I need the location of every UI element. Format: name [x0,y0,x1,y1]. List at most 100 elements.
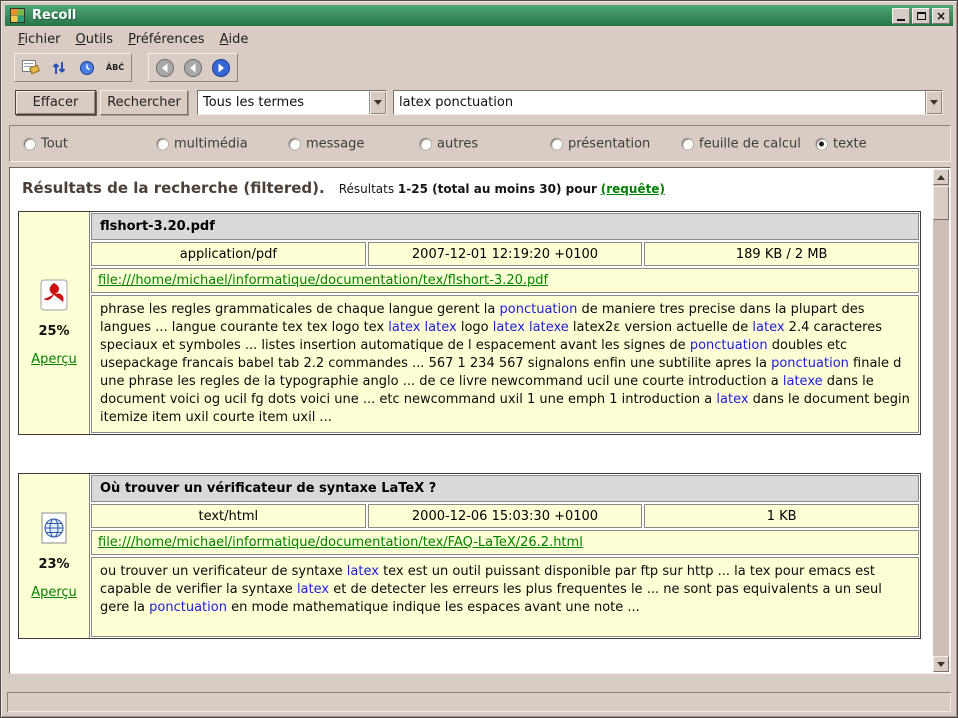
search-query-input[interactable] [394,91,925,114]
history-icon [79,60,95,76]
title-bar[interactable]: Recoll × [5,5,953,26]
menu-preferences[interactable]: Préférences [122,30,213,49]
result-abstract: ou trouver un verificateur de syntaxe la… [91,557,919,637]
results-summary: Résultats 1-25 (total au moins 30) pour … [339,182,665,196]
menu-fichier[interactable]: Fichier [12,30,70,49]
relevance-percent: 23% [38,557,69,572]
minimize-icon [897,19,905,21]
scroll-up-button[interactable] [933,169,949,185]
chevron-down-icon [374,100,382,105]
results-heading: Résultats de la recherche (filtered). Rés… [11,177,933,197]
results-scrollbar[interactable] [933,169,949,672]
first-page-button[interactable] [152,56,178,79]
result-body: flshort-3.20.pdf application/pdf 2007-12… [90,212,920,434]
clear-search-icon [22,60,40,76]
filter-tout[interactable]: Tout [24,136,68,151]
preview-link[interactable]: Aperçu [31,352,77,367]
query-history-dropdown-button[interactable] [925,91,942,114]
maximize-button[interactable] [912,8,930,24]
search-button[interactable]: Rechercher [100,90,188,115]
highlighted-term: ponctuation [149,600,227,615]
filter-autres[interactable]: autres [420,136,478,151]
category-filter-bar: Tout multimédia message autres présentat… [9,125,951,162]
query-combo [393,90,943,115]
document-history-button[interactable] [74,56,100,79]
sort-by-dates-button[interactable] [46,56,72,79]
search-bar: Effacer Rechercher Tous les termes [1,90,957,116]
result-date: 2007-12-01 12:19:20 +0100 [368,242,643,266]
highlighted-term: ponctuation [771,356,849,371]
html-document-icon [39,512,69,544]
highlighted-term: latex [297,582,329,597]
previous-page-icon [183,58,203,78]
clear-search-button[interactable] [18,56,44,79]
menu-bar: Fichier Outils Préférences Aide [5,28,953,50]
preview-link[interactable]: Aperçu [31,585,77,600]
result-mime-type: text/html [91,504,366,528]
chevron-down-icon [930,100,938,105]
radio-icon [816,138,827,149]
next-page-button[interactable] [208,56,234,79]
result-title: flshort-3.20.pdf [91,213,919,240]
result-size: 1 KB [644,504,919,528]
result-side-panel: 23% Aperçu [19,474,90,638]
highlighted-term: latex [716,392,748,407]
filter-multimedia[interactable]: multimédia [157,136,248,151]
close-icon: × [936,10,946,22]
radio-icon [420,138,431,149]
highlighted-term: latex [347,564,379,579]
abstract-text: ou trouver un verificateur de syntaxe [100,564,347,579]
up-arrow-icon [937,175,945,180]
filter-texte[interactable]: texte [816,136,867,151]
result-url-link[interactable]: file:///home/michael/informatique/docume… [98,273,548,288]
search-mode-select[interactable]: Tous les termes [197,90,387,115]
query-details-link[interactable]: (requête) [601,182,665,196]
down-arrow-icon [937,662,945,667]
highlighted-term: ponctuation [690,338,768,353]
toolbar-group-tools: ÂBĈ [14,53,132,82]
highlighted-term: ponctuation [500,302,578,317]
filter-presentation[interactable]: présentation [551,136,650,151]
result-url-row: file:///home/michael/informatique/docume… [91,530,919,555]
abstract-text: logo [457,320,493,335]
search-mode-dropdown-button[interactable] [369,91,386,114]
pdf-document-icon [39,279,69,311]
toolbar-group-navigation [148,53,238,82]
menu-outils[interactable]: Outils [70,30,123,49]
result-item: 23% Aperçu Où trouver un vérificateur de… [18,473,921,639]
minimize-button[interactable] [892,8,910,24]
first-page-icon [155,58,175,78]
results-title: Résultats de la recherche (filtered). [22,179,325,197]
scrollbar-thumb[interactable] [933,186,949,220]
scroll-down-button[interactable] [933,656,949,672]
term-explorer-button[interactable]: ÂBĈ [102,56,128,79]
abstract-text: latex2ε version actuelle de [569,320,753,335]
close-button[interactable]: × [932,8,950,24]
highlighted-term: latex latexe [493,320,569,335]
search-mode-value: Tous les termes [198,91,369,114]
result-abstract: phrase les regles grammaticales de chaqu… [91,295,919,433]
sort-by-dates-icon [52,60,66,76]
next-page-icon [211,58,231,78]
recoll-window: Recoll × Fichier Outils Préférences Aide [0,0,958,718]
results-panel: Résultats de la recherche (filtered). Rés… [9,167,951,674]
radio-icon [157,138,168,149]
filter-feuille-de-calcul[interactable]: feuille de calcul [682,136,801,151]
highlighted-term: latexe [783,374,823,389]
result-url-row: file:///home/michael/informatique/docume… [91,268,919,293]
result-title: Où trouver un vérificateur de syntaxe La… [91,475,919,502]
previous-page-button[interactable] [180,56,206,79]
highlighted-term: latex latex [388,320,456,335]
clear-button[interactable]: Effacer [15,90,96,115]
window-title: Recoll [32,8,890,23]
result-size: 189 KB / 2 MB [644,242,919,266]
result-date: 2000-12-06 15:03:30 +0100 [368,504,643,528]
abstract-text: en mode mathematique indique les espaces… [227,600,640,615]
result-item: 25% Aperçu flshort-3.20.pdf application/… [18,211,921,435]
radio-icon [551,138,562,149]
result-url-link[interactable]: file:///home/michael/informatique/docume… [98,535,583,550]
status-bar [7,692,951,712]
menu-aide[interactable]: Aide [214,30,258,49]
filter-message[interactable]: message [289,136,364,151]
relevance-percent: 25% [38,324,69,339]
